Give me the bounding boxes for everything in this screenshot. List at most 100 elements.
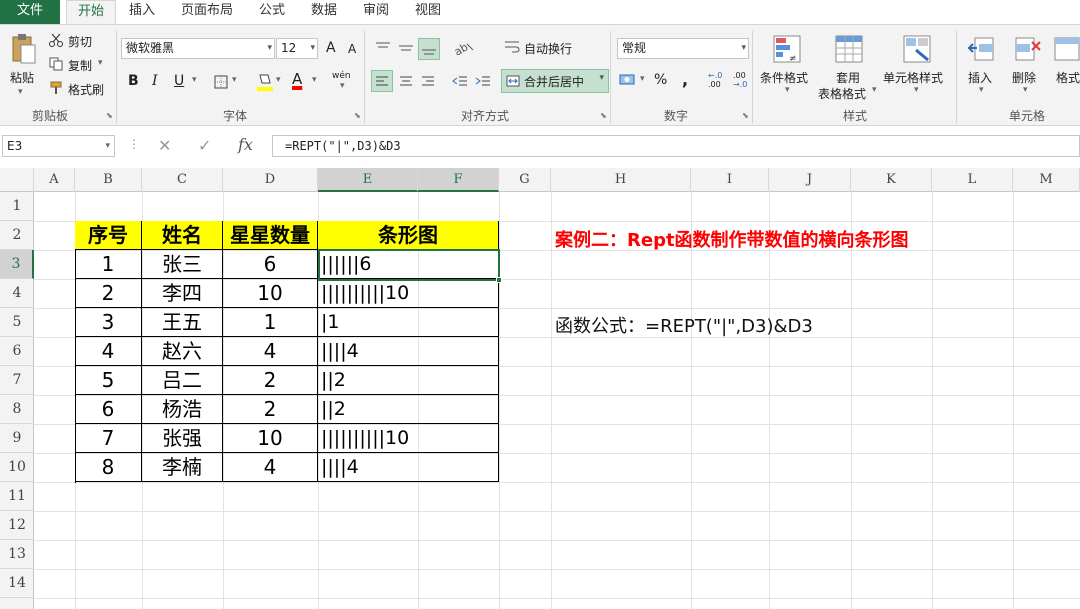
row-header-3[interactable]: 3 xyxy=(0,250,34,279)
select-all-corner[interactable] xyxy=(0,168,34,192)
column-header-i[interactable]: I xyxy=(691,168,769,192)
fill-color-icon[interactable] xyxy=(255,71,275,93)
alignment-launcher-icon[interactable]: ⬊ xyxy=(600,111,607,120)
table-cell-bar-chart[interactable]: ||||||||||10 xyxy=(318,424,499,453)
column-header-d[interactable]: D xyxy=(223,168,318,192)
format-painter-icon[interactable] xyxy=(48,80,64,96)
row-header-8[interactable]: 8 xyxy=(0,395,34,424)
italic-button[interactable]: I xyxy=(152,73,158,89)
table-cell-bar-chart[interactable]: ||||||||||10 xyxy=(318,279,499,308)
column-header-m[interactable]: M xyxy=(1013,168,1080,192)
column-header-c[interactable]: C xyxy=(142,168,223,192)
insert-function-icon[interactable]: fx xyxy=(238,135,253,154)
table-cell-name[interactable]: 吕二 xyxy=(142,366,223,395)
insert-cells-button[interactable]: 插入 xyxy=(968,69,992,86)
font-launcher-icon[interactable]: ⬊ xyxy=(354,111,361,120)
tab-page-layout[interactable]: 页面布局 xyxy=(172,0,242,24)
copy-icon[interactable] xyxy=(48,56,64,72)
row-header-1[interactable]: 1 xyxy=(0,192,34,221)
row-header-13[interactable]: 13 xyxy=(0,540,34,569)
conditional-format-icon[interactable]: ≠ xyxy=(770,32,804,66)
table-cell-serial[interactable]: 5 xyxy=(75,366,142,395)
chevron-down-icon[interactable]: ▾ xyxy=(872,85,877,95)
paste-icon[interactable] xyxy=(8,31,40,67)
row-header-12[interactable]: 12 xyxy=(0,511,34,540)
table-cell-star-count[interactable]: 4 xyxy=(223,337,318,366)
table-cell-star-count[interactable]: 6 xyxy=(223,250,318,279)
chevron-down-icon[interactable]: ▾ xyxy=(276,75,281,85)
column-header-l[interactable]: L xyxy=(932,168,1013,192)
table-cell-serial[interactable]: 2 xyxy=(75,279,142,308)
column-header-j[interactable]: J xyxy=(769,168,851,192)
table-header-serial[interactable]: 序号 xyxy=(75,221,142,250)
number-format-dropdown[interactable]: 常规 ▾ xyxy=(617,38,749,59)
increase-indent-icon[interactable] xyxy=(473,70,493,92)
cancel-icon[interactable]: ✕ xyxy=(158,136,171,155)
column-header-h[interactable]: H xyxy=(551,168,691,192)
currency-icon[interactable] xyxy=(618,71,638,89)
paste-arrow-icon[interactable]: ▾ xyxy=(18,87,23,97)
column-header-b[interactable]: B xyxy=(75,168,142,192)
format-cells-icon[interactable] xyxy=(1052,32,1080,66)
percent-button[interactable]: % xyxy=(654,72,667,88)
tab-formulas[interactable]: 公式 xyxy=(250,0,294,24)
clipboard-launcher-icon[interactable]: ⬊ xyxy=(106,111,113,120)
align-middle-icon[interactable] xyxy=(396,38,416,58)
number-launcher-icon[interactable]: ⬊ xyxy=(742,111,749,120)
chevron-down-icon[interactable]: ▾ xyxy=(785,85,790,95)
grow-font-button[interactable]: A xyxy=(326,40,336,56)
table-cell-name[interactable]: 张三 xyxy=(142,250,223,279)
table-cell-bar-chart[interactable]: ||2 xyxy=(318,395,499,424)
delete-cells-icon[interactable] xyxy=(1010,32,1044,66)
column-header-e[interactable]: E xyxy=(318,168,418,192)
table-cell-star-count[interactable]: 10 xyxy=(223,279,318,308)
chevron-down-icon[interactable]: ▾ xyxy=(979,85,984,95)
column-header-f[interactable]: F xyxy=(418,168,499,192)
paste-button[interactable]: 粘贴 xyxy=(10,69,34,86)
table-cell-name[interactable]: 王五 xyxy=(142,308,223,337)
comma-button[interactable]: , xyxy=(682,70,688,89)
row-header-6[interactable]: 6 xyxy=(0,337,34,366)
chevron-down-icon[interactable]: ▾ xyxy=(232,75,237,85)
tab-home[interactable]: 开始 xyxy=(66,0,116,25)
table-cell-serial[interactable]: 6 xyxy=(75,395,142,424)
format-cells-button[interactable]: 格式 xyxy=(1056,69,1080,86)
chevron-down-icon[interactable]: ▾ xyxy=(192,75,197,85)
wrap-text-icon[interactable] xyxy=(503,38,521,56)
table-cell-name[interactable]: 张强 xyxy=(142,424,223,453)
table-cell-bar-chart[interactable]: |1 xyxy=(318,308,499,337)
cell-styles-button[interactable]: 单元格样式 xyxy=(883,69,943,86)
align-top-icon[interactable] xyxy=(373,38,393,58)
table-cell-name[interactable]: 杨浩 xyxy=(142,395,223,424)
copy-arrow-icon[interactable]: ▾ xyxy=(98,58,103,68)
column-header-a[interactable]: A xyxy=(34,168,75,192)
align-center-icon[interactable] xyxy=(396,70,416,92)
table-cell-name[interactable]: 赵六 xyxy=(142,337,223,366)
chevron-down-icon[interactable]: ▾ xyxy=(914,85,919,95)
table-cell-star-count[interactable]: 1 xyxy=(223,308,318,337)
row-header-5[interactable]: 5 xyxy=(0,308,34,337)
tab-review[interactable]: 审阅 xyxy=(354,0,398,24)
row-header-14[interactable]: 14 xyxy=(0,569,34,598)
tab-file[interactable]: 文件 xyxy=(0,0,60,24)
table-cell-bar-chart[interactable]: ||||4 xyxy=(318,337,499,366)
phonetic-icon[interactable]: wén xyxy=(332,71,351,81)
format-as-table-icon[interactable] xyxy=(832,32,866,66)
enter-icon[interactable]: ✓ xyxy=(198,136,211,155)
table-header-star-count[interactable]: 星星数量 xyxy=(223,221,318,250)
increase-decimal-button[interactable]: ←.0 .00 xyxy=(708,71,722,89)
chevron-down-icon[interactable]: ▾ xyxy=(1023,85,1028,95)
tab-insert[interactable]: 插入 xyxy=(120,0,164,24)
border-icon[interactable] xyxy=(212,73,230,91)
copy-button[interactable]: 复制 xyxy=(68,57,92,74)
format-as-table-label1[interactable]: 套用 xyxy=(836,69,860,86)
bold-button[interactable]: B xyxy=(128,73,139,89)
orientation-icon[interactable]: ab xyxy=(450,38,478,58)
table-header-name[interactable]: 姓名 xyxy=(142,221,223,250)
table-cell-name[interactable]: 李楠 xyxy=(142,453,223,482)
row-header-2[interactable]: 2 xyxy=(0,221,34,250)
fill-handle[interactable] xyxy=(496,277,502,283)
table-cell-serial[interactable]: 8 xyxy=(75,453,142,482)
row-header-9[interactable]: 9 xyxy=(0,424,34,453)
table-cell-star-count[interactable]: 4 xyxy=(223,453,318,482)
